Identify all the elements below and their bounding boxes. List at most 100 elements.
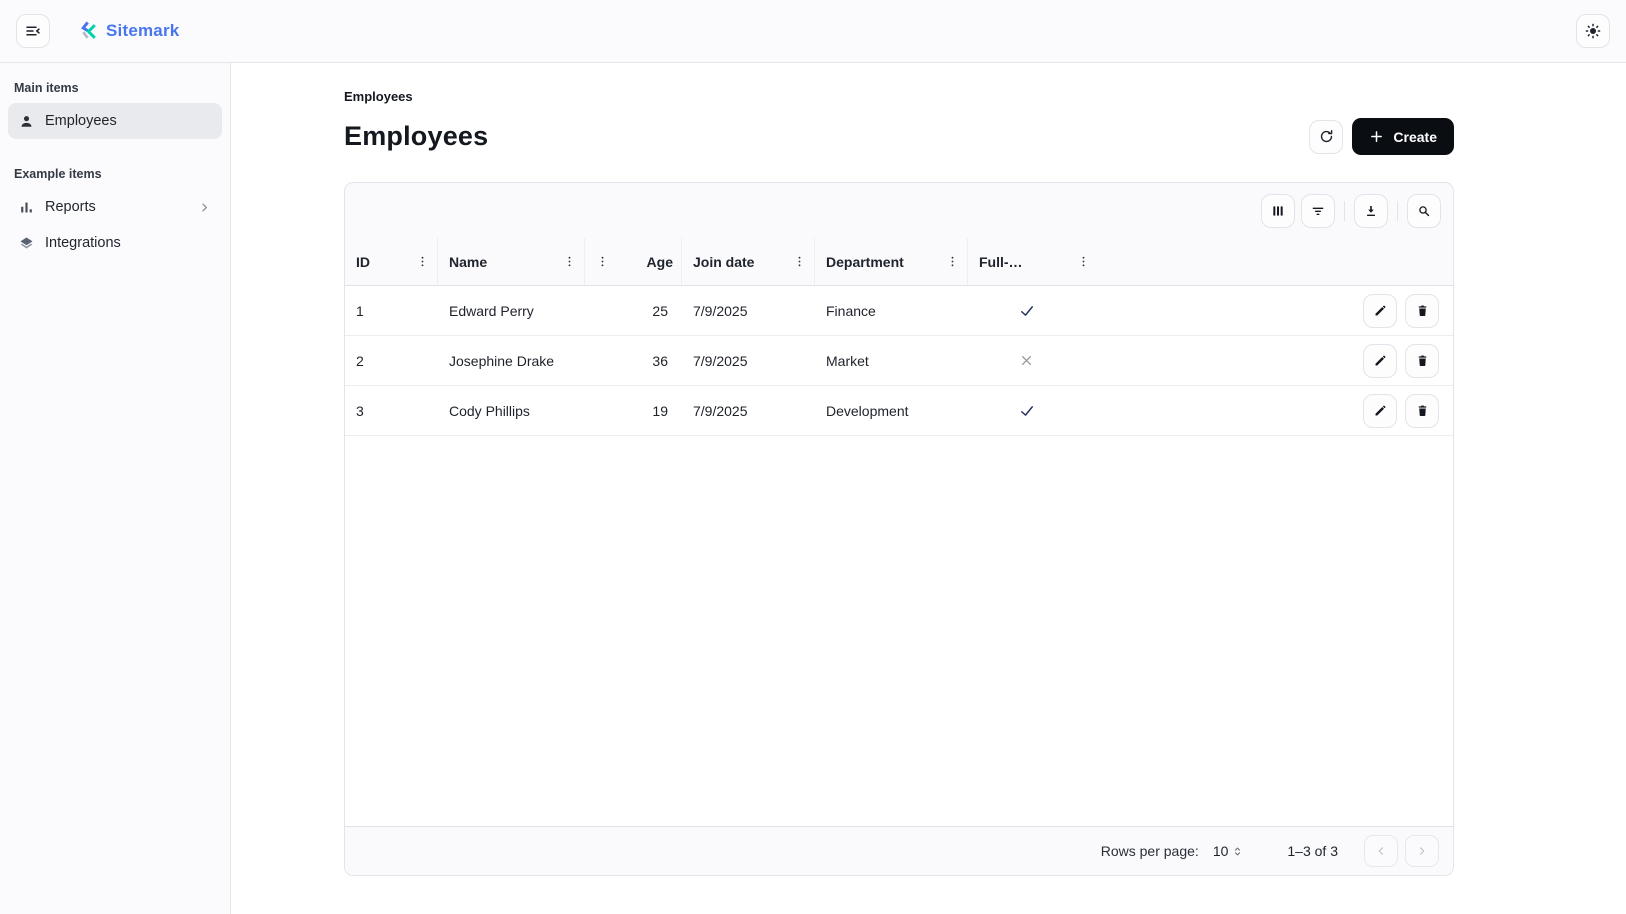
column-header-join-date[interactable]: Join date: [682, 238, 815, 285]
sidebar-section-example-items: Example items: [8, 161, 222, 189]
column-label: ID: [356, 254, 370, 270]
check-icon: [1018, 402, 1036, 420]
column-label: Full-…: [979, 254, 1023, 270]
spinner-icon: [1230, 844, 1245, 859]
cell-department: Finance: [815, 303, 968, 319]
column-menu-icon[interactable]: [596, 255, 609, 268]
edit-button[interactable]: [1363, 394, 1397, 428]
column-header-department[interactable]: Department: [815, 238, 968, 285]
columns-icon: [1270, 203, 1286, 219]
trash-icon: [1415, 403, 1430, 418]
cell-id: 2: [345, 353, 438, 369]
sidebar-item-label: Reports: [45, 199, 96, 215]
cell-join-date: 7/9/2025: [682, 403, 815, 419]
column-menu-icon[interactable]: [946, 255, 959, 268]
previous-page-button[interactable]: [1364, 835, 1398, 867]
table-row[interactable]: 3 Cody Phillips 19 7/9/2025 Development: [345, 386, 1453, 436]
row-actions: [1333, 294, 1453, 328]
delete-button[interactable]: [1405, 294, 1439, 328]
refresh-button[interactable]: [1309, 120, 1343, 154]
sidebar-item-employees[interactable]: Employees: [8, 103, 222, 139]
filter-icon: [1310, 203, 1326, 219]
filter-button[interactable]: [1301, 194, 1335, 228]
toolbar-divider: [1344, 201, 1345, 221]
sidebar-item-label: Employees: [45, 113, 117, 129]
cell-name: Josephine Drake: [438, 353, 585, 369]
menu-open-icon: [24, 22, 42, 40]
cell-full-time: [968, 352, 1098, 369]
chevron-right-icon: [1415, 844, 1429, 858]
chevron-left-icon: [1374, 844, 1388, 858]
cell-age: 19: [585, 403, 682, 419]
sidebar-gap: [8, 139, 222, 161]
create-button[interactable]: Create: [1352, 118, 1454, 155]
sitemark-logo-icon: [78, 21, 99, 42]
column-header-full-time[interactable]: Full-…: [968, 238, 1098, 285]
rows-per-page-value: 10: [1213, 843, 1229, 859]
export-icon: [1363, 203, 1379, 219]
cell-id: 1: [345, 303, 438, 319]
column-header-age[interactable]: Age: [585, 238, 682, 285]
create-button-label: Create: [1393, 129, 1437, 145]
sidebar-item-reports[interactable]: Reports: [8, 189, 222, 225]
cell-department: Market: [815, 353, 968, 369]
top-bar: Sitemark: [0, 0, 1626, 63]
columns-button[interactable]: [1261, 194, 1295, 228]
sidebar-toggle-button[interactable]: [16, 14, 50, 48]
pencil-icon: [1373, 303, 1388, 318]
column-label: Name: [449, 254, 487, 270]
edit-button[interactable]: [1363, 294, 1397, 328]
column-menu-icon[interactable]: [416, 255, 429, 268]
sidebar-section-main-items: Main items: [8, 75, 222, 103]
cell-age: 25: [585, 303, 682, 319]
rows-per-page-label: Rows per page:: [1101, 843, 1199, 859]
column-header-id[interactable]: ID: [345, 238, 438, 285]
row-actions: [1333, 394, 1453, 428]
column-label: Join date: [693, 254, 754, 270]
grid-header-row: ID Name A: [345, 238, 1453, 286]
export-button[interactable]: [1354, 194, 1388, 228]
refresh-icon: [1318, 128, 1335, 145]
cell-id: 3: [345, 403, 438, 419]
delete-button[interactable]: [1405, 394, 1439, 428]
column-label: Department: [826, 254, 904, 270]
bar-chart-icon: [18, 199, 35, 216]
column-menu-icon[interactable]: [1077, 255, 1090, 268]
sidebar: Main items Employees Example items Repor…: [0, 63, 231, 914]
brand-logo: Sitemark: [78, 21, 179, 42]
trash-icon: [1415, 353, 1430, 368]
pagination-range: 1–3 of 3: [1287, 843, 1338, 859]
rows-per-page-select[interactable]: 10: [1213, 843, 1246, 859]
sidebar-item-label: Integrations: [45, 235, 121, 251]
search-button[interactable]: [1407, 194, 1441, 228]
column-menu-icon[interactable]: [563, 255, 576, 268]
sidebar-item-integrations[interactable]: Integrations: [8, 225, 222, 261]
delete-button[interactable]: [1405, 344, 1439, 378]
check-icon: [1018, 302, 1036, 320]
cross-icon: [1018, 352, 1035, 369]
cell-name: Edward Perry: [438, 303, 585, 319]
edit-button[interactable]: [1363, 344, 1397, 378]
data-grid: ID Name A: [344, 182, 1454, 876]
row-actions: [1333, 344, 1453, 378]
cell-join-date: 7/9/2025: [682, 353, 815, 369]
pencil-icon: [1373, 353, 1388, 368]
cell-full-time: [968, 402, 1098, 420]
next-page-button[interactable]: [1405, 835, 1439, 867]
layers-icon: [18, 235, 35, 252]
main-content: Employees Employees: [231, 63, 1626, 914]
table-row[interactable]: 1 Edward Perry 25 7/9/2025 Finance: [345, 286, 1453, 336]
column-menu-icon[interactable]: [793, 255, 806, 268]
trash-icon: [1415, 303, 1430, 318]
pencil-icon: [1373, 403, 1388, 418]
chevron-right-icon: [197, 200, 212, 215]
column-header-name[interactable]: Name: [438, 238, 585, 285]
grid-toolbar: [345, 183, 1453, 238]
theme-toggle-button[interactable]: [1576, 14, 1610, 48]
column-label: Age: [647, 254, 673, 270]
table-row[interactable]: 2 Josephine Drake 36 7/9/2025 Market: [345, 336, 1453, 386]
page-title: Employees: [344, 121, 488, 152]
sun-icon: [1584, 22, 1602, 40]
plus-icon: [1369, 129, 1384, 144]
cell-name: Cody Phillips: [438, 403, 585, 419]
